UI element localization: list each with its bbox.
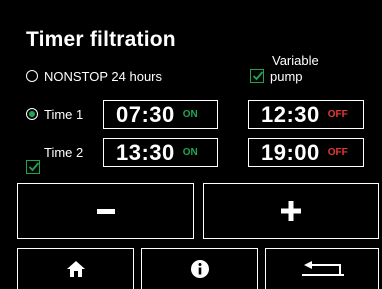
radio-selected-dot — [29, 111, 35, 117]
checkmark-icon — [28, 162, 40, 172]
time1-start-field[interactable]: 07:30 ON — [103, 100, 218, 129]
home-button[interactable] — [17, 248, 134, 289]
time1-end-field[interactable]: 12:30 OFF — [248, 100, 364, 129]
time2-end-value: 19:00 — [261, 139, 320, 165]
decrement-button[interactable] — [17, 183, 194, 239]
time1-start-state: ON — [182, 108, 198, 120]
info-button[interactable] — [141, 248, 258, 289]
time1-end-state: OFF — [327, 108, 348, 120]
variable-pump-checkbox[interactable] — [250, 69, 264, 83]
nonstop-label: NONSTOP 24 hours — [44, 69, 163, 84]
time1-radio[interactable] — [26, 108, 38, 120]
variable-pump-label-line1: Variable — [272, 53, 319, 68]
checkmark-icon — [252, 71, 264, 81]
time1-start-value: 07:30 — [116, 101, 175, 127]
time2-start-state: ON — [182, 146, 198, 158]
time2-label: Time 2 — [44, 145, 84, 160]
info-icon — [190, 260, 209, 278]
plus-icon — [281, 201, 301, 221]
variable-pump-label-line2: pump — [270, 69, 303, 84]
back-icon — [302, 261, 344, 276]
page-title: Timer filtration — [26, 28, 176, 51]
increment-button[interactable] — [203, 183, 379, 239]
time1-end-value: 12:30 — [261, 101, 320, 127]
back-button[interactable] — [265, 248, 379, 289]
nonstop-radio[interactable] — [26, 70, 38, 82]
minus-icon — [96, 208, 115, 214]
time2-start-value: 13:30 — [116, 139, 175, 165]
time2-end-state: OFF — [327, 146, 348, 158]
time2-start-field[interactable]: 13:30 ON — [103, 138, 218, 167]
time2-end-field[interactable]: 19:00 OFF — [248, 138, 364, 167]
time1-label: Time 1 — [44, 107, 84, 122]
time2-checkbox[interactable] — [26, 160, 40, 174]
home-icon — [66, 261, 85, 277]
